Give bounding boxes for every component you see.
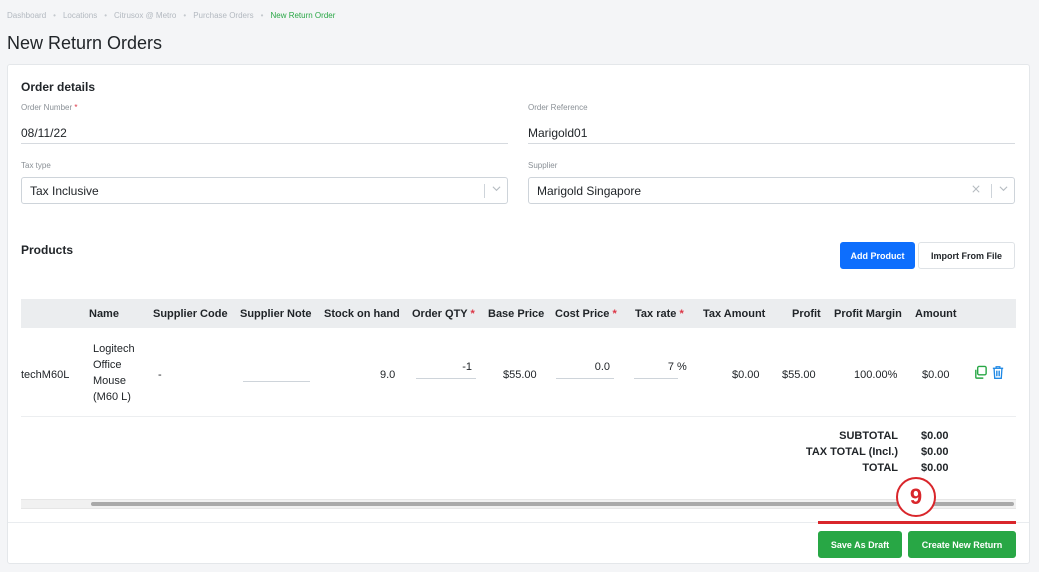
order-reference-label: Order Reference [528, 103, 588, 112]
col-tax-rate: Tax rate * [635, 308, 684, 320]
breadcrumb-separator: • [104, 11, 108, 20]
row-profit-margin: 100.00% [854, 369, 898, 381]
save-as-draft-button[interactable]: Save As Draft [818, 531, 902, 558]
order-reference-input[interactable]: Marigold01 [528, 122, 1015, 144]
cost-price-input[interactable]: 0.0 [556, 359, 614, 379]
row-sku: techM60L [21, 369, 70, 381]
total-label: TOTAL [862, 462, 898, 474]
col-amount: Amount [915, 308, 957, 320]
chevron-down-icon[interactable] [999, 184, 1008, 196]
tax-type-label: Tax type [21, 161, 51, 170]
breadcrumb-separator: • [53, 11, 56, 20]
order-number-input[interactable]: 08/11/22 [21, 122, 508, 144]
row-supplier-code: - [158, 369, 162, 381]
tax-total-label: TAX TOTAL (Incl.) [805, 446, 898, 458]
col-base-price: Base Price [488, 308, 545, 320]
breadcrumb-purchase-orders[interactable]: Purchase Orders [193, 11, 253, 20]
step-annotation-badge: 9 [896, 477, 936, 517]
total-value: $0.00 [921, 462, 949, 474]
order-details-title: Order details [21, 80, 96, 94]
breadcrumb-dashboard[interactable]: Dashboard [7, 11, 46, 20]
col-tax-amount: Tax Amount [703, 308, 766, 320]
return-order-card: Order details Order Number * 08/11/22 Or… [7, 64, 1030, 564]
breadcrumb-current: New Return Order [270, 11, 336, 20]
col-order-qty: Order QTY * [412, 308, 475, 320]
row-tax-amount: $0.00 [732, 369, 760, 381]
trash-icon[interactable] [991, 365, 1005, 385]
add-product-button[interactable]: Add Product [840, 242, 915, 269]
breadcrumb-separator: • [183, 11, 187, 20]
row-amount: $0.00 [922, 369, 950, 381]
tax-type-select[interactable]: Tax Inclusive [21, 177, 508, 204]
order-number-label: Order Number * [21, 103, 78, 112]
supplier-label: Supplier [528, 161, 558, 170]
copy-icon[interactable] [973, 365, 988, 385]
col-profit-margin: Profit Margin [834, 308, 902, 320]
row-stock-on-hand: 9.0 [380, 369, 396, 381]
page-title: New Return Orders [7, 33, 163, 53]
order-qty-input[interactable]: -1 [416, 359, 476, 379]
subtotal-label: SUBTOTAL [839, 430, 898, 442]
tax-rate-unit: % [677, 361, 687, 373]
breadcrumb: Dashboard • Locations • Citrusox @ Metro… [7, 11, 335, 20]
col-supplier-code: Supplier Code [153, 308, 228, 320]
supplier-value: Marigold Singapore [537, 183, 642, 198]
chevron-down-icon[interactable] [492, 184, 501, 196]
subtotal-value: $0.00 [921, 430, 949, 442]
tax-rate-input[interactable]: 7 [634, 359, 678, 379]
col-stock-on-hand: Stock on hand [324, 308, 400, 320]
breadcrumb-separator: • [260, 11, 264, 20]
breadcrumb-locations[interactable]: Locations [63, 11, 97, 20]
col-profit: Profit [792, 308, 821, 320]
tax-total-value: $0.00 [921, 446, 949, 458]
row-base-price: $55.00 [503, 369, 537, 381]
breadcrumb-location[interactable]: Citrusox @ Metro [114, 11, 176, 20]
clear-icon[interactable] [972, 184, 980, 196]
annotation-underline [818, 521, 1016, 524]
col-cost-price: Cost Price * [555, 308, 617, 320]
import-from-file-button[interactable]: Import From File [918, 242, 1015, 269]
col-supplier-note: Supplier Note [240, 308, 312, 320]
products-title: Products [21, 243, 74, 257]
tax-type-value: Tax Inclusive [30, 183, 99, 198]
row-divider [21, 416, 1016, 417]
supplier-select[interactable]: Marigold Singapore [528, 177, 1015, 204]
select-separator [991, 184, 992, 198]
horizontal-scrollbar[interactable] [21, 499, 1016, 509]
row-profit: $55.00 [782, 369, 816, 381]
select-separator [484, 184, 485, 198]
create-new-return-button[interactable]: Create New Return [908, 531, 1016, 558]
col-name: Name [89, 308, 119, 320]
supplier-note-input[interactable] [243, 362, 310, 382]
scrollbar-thumb[interactable] [91, 502, 1014, 506]
row-product-name: Logitech Office Mouse (M60 L) [93, 343, 135, 403]
